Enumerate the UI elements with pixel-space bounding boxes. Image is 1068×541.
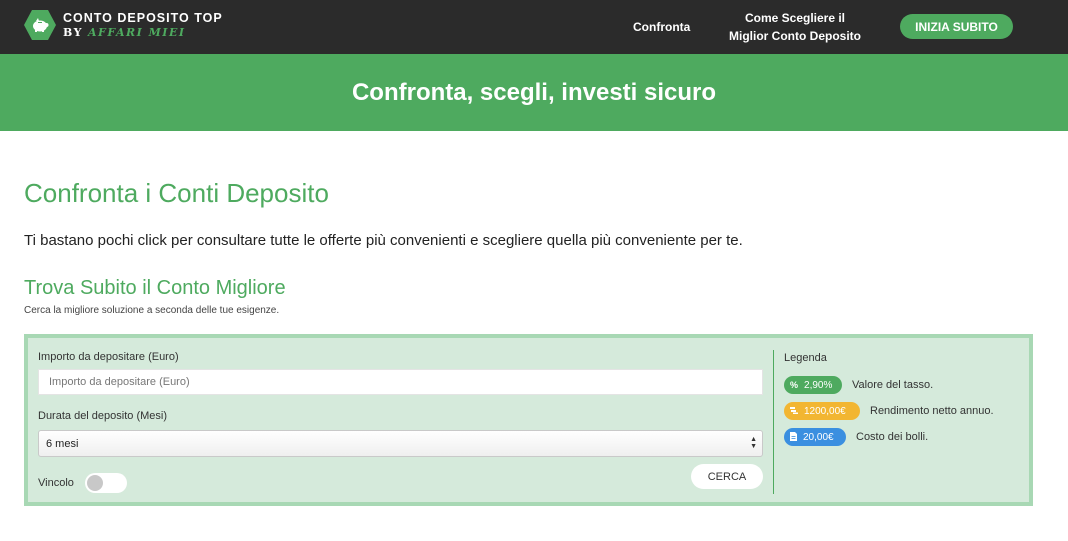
search-panel: Importo da depositare (Euro) Durata del … [24, 334, 1033, 506]
logo-by: BY [63, 26, 83, 40]
vincolo-label: Vincolo [38, 477, 74, 489]
return-badge-value: 1200,00€ [804, 405, 846, 417]
panel-divider [773, 350, 774, 494]
amount-input[interactable] [38, 369, 763, 395]
legend-item-return: 1200,00€ Rendimento netto annuo. [784, 402, 994, 420]
rate-badge-value: 2,90% [804, 379, 833, 391]
hero-banner: Confronta, scegli, investi sicuro [0, 54, 1068, 131]
rate-badge: % 2,90% [784, 376, 842, 394]
coins-icon [790, 406, 798, 416]
amount-label: Importo da depositare (Euro) [38, 351, 179, 363]
duration-selected-value: 6 mesi [46, 437, 79, 450]
legend-item-stamp-duty: 20,00€ Costo dei bolli. [784, 428, 928, 446]
rate-description: Valore del tasso. [852, 379, 934, 391]
intro-text: Ti bastano pochi click per consultare tu… [24, 232, 743, 249]
nav-link-come-scegliere[interactable]: Come Scegliere il Miglior Conto Deposito [726, 9, 864, 45]
document-icon [790, 431, 797, 443]
inizia-subito-button[interactable]: INIZIA SUBITO [900, 14, 1013, 39]
legend-title: Legenda [784, 352, 827, 364]
return-badge: 1200,00€ [784, 402, 860, 420]
stamp-duty-badge: 20,00€ [784, 428, 846, 446]
percent-icon: % [790, 380, 799, 390]
nav-link-come-line2: Miglior Conto Deposito [729, 29, 861, 43]
select-arrows-icon: ▲ ▼ [750, 436, 757, 450]
logo-brand: AFFARI MIEI [87, 26, 186, 40]
stamp-duty-badge-value: 20,00€ [803, 431, 834, 443]
nav-link-come-line1: Come Scegliere il [744, 11, 846, 25]
logo-title: CONTO DEPOSITO TOP [63, 10, 223, 25]
nav-link-confronta[interactable]: Confronta [633, 18, 690, 36]
stamp-duty-description: Costo dei bolli. [856, 431, 929, 443]
top-navbar: CONTO DEPOSITO TOP BY AFFARI MIEI Confro… [0, 0, 1068, 54]
section-subtitle: Cerca la migliore soluzione a seconda de… [24, 305, 280, 316]
cerca-button[interactable]: CERCA [691, 464, 763, 489]
duration-label: Durata del deposito (Mesi) [38, 410, 168, 422]
duration-select[interactable]: 6 mesi ▲ ▼ [38, 430, 763, 457]
page-title: Confronta i Conti Deposito [24, 178, 329, 208]
piggy-bank-icon [24, 9, 56, 41]
vincolo-toggle[interactable] [85, 473, 127, 493]
return-description: Rendimento netto annuo. [870, 405, 994, 417]
toggle-knob [87, 475, 103, 491]
banner-title: Confronta, scegli, investi sicuro [351, 78, 717, 106]
legend-item-rate: % 2,90% Valore del tasso. [784, 376, 933, 394]
site-logo[interactable]: CONTO DEPOSITO TOP BY AFFARI MIEI [24, 9, 223, 41]
section-title: Trova Subito il Conto Migliore [24, 277, 286, 299]
